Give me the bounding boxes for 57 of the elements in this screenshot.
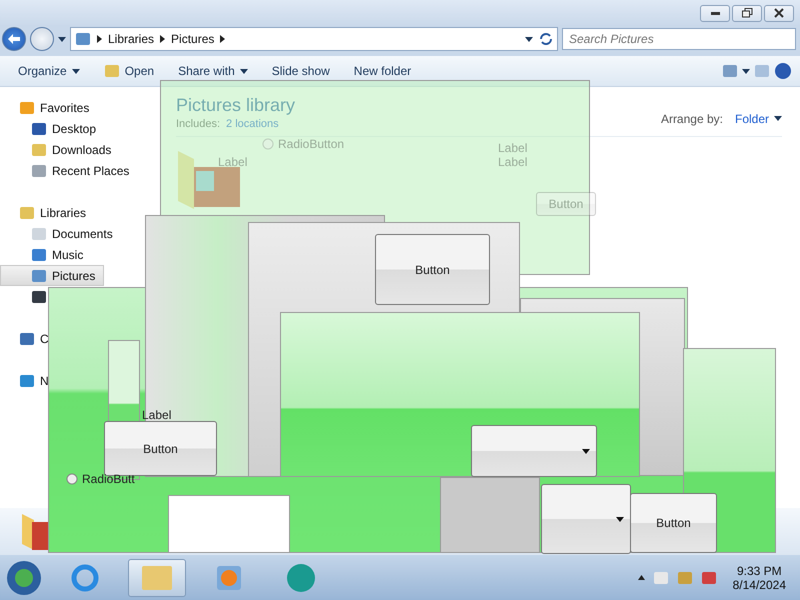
start-orb-icon[interactable] bbox=[6, 560, 42, 596]
arrange-label: Arrange by: bbox=[660, 112, 723, 126]
breadcrumb-separator-icon bbox=[220, 35, 226, 43]
caret-icon bbox=[582, 448, 590, 454]
caret-icon bbox=[58, 36, 66, 42]
includes-label: Includes: bbox=[176, 118, 220, 130]
caret-icon bbox=[72, 68, 80, 74]
refresh-icon bbox=[539, 32, 553, 46]
restore-icon bbox=[742, 8, 752, 18]
sidebar-item[interactable]: Music bbox=[0, 244, 84, 265]
sidebar-group[interactable]: Favorites bbox=[0, 97, 90, 118]
arrange-dropdown[interactable]: Folder bbox=[734, 112, 782, 126]
close-button[interactable] bbox=[764, 4, 794, 22]
caret-icon bbox=[240, 68, 248, 74]
forward-button[interactable] bbox=[30, 27, 54, 51]
caret-icon bbox=[616, 516, 624, 522]
radio-circle-icon bbox=[262, 138, 274, 150]
sidebar-item[interactable]: Pictures bbox=[0, 265, 104, 286]
back-arrow-icon bbox=[8, 34, 20, 44]
toolbar-button[interactable]: Share with bbox=[168, 60, 258, 82]
search-field[interactable]: Search Pictures bbox=[562, 28, 796, 50]
toolbar-button[interactable]: Organize bbox=[8, 60, 90, 82]
taskbar-app[interactable] bbox=[128, 558, 186, 596]
app-icon bbox=[285, 562, 317, 594]
show-hidden-icons-icon[interactable] bbox=[638, 575, 645, 580]
sidebar-item[interactable]: Downloads bbox=[0, 139, 112, 160]
breadcrumb[interactable]: Libraries bbox=[108, 32, 154, 46]
toolbar-button[interactable]: New folder bbox=[344, 60, 422, 82]
minimize-button[interactable] bbox=[700, 4, 730, 22]
clock[interactable]: 9:33 PM 8/14/2024 bbox=[732, 564, 786, 592]
breadcrumb-separator-icon bbox=[160, 35, 166, 43]
sidebar-item[interactable]: Documents bbox=[0, 223, 114, 244]
ghost-button[interactable]: Button bbox=[630, 493, 717, 553]
ghost-dropdown[interactable] bbox=[471, 425, 597, 477]
toolbar-button[interactable]: Slide show bbox=[262, 60, 340, 82]
sidebar-item[interactable]: Recent Places bbox=[0, 160, 130, 181]
caret-icon bbox=[525, 36, 533, 42]
close-icon bbox=[774, 8, 784, 18]
sidebar-group[interactable]: N bbox=[0, 370, 50, 391]
sidebar-item[interactable]: Desktop bbox=[0, 118, 98, 139]
ghost-label: Label bbox=[218, 155, 248, 169]
ghost-button[interactable]: Button bbox=[375, 234, 490, 305]
minimize-icon bbox=[710, 12, 720, 14]
breadcrumb-separator-icon bbox=[97, 35, 102, 43]
library-title: Pictures library bbox=[176, 95, 296, 116]
breadcrumb[interactable]: Pictures bbox=[171, 32, 214, 46]
sidebar-group[interactable]: C bbox=[0, 328, 50, 349]
ghost-dropdown[interactable] bbox=[541, 484, 631, 554]
toolbar-button[interactable]: Open bbox=[94, 59, 164, 83]
address-bar[interactable]: Libraries Pictures bbox=[70, 27, 558, 51]
ghost-label: Label bbox=[498, 141, 528, 155]
ghost-label: Label bbox=[498, 155, 528, 169]
sidebar-group[interactable]: Libraries bbox=[0, 202, 88, 223]
restore-button[interactable] bbox=[732, 4, 762, 22]
back-button[interactable] bbox=[2, 27, 26, 51]
caret-icon bbox=[742, 68, 750, 74]
caret-icon bbox=[774, 116, 782, 121]
